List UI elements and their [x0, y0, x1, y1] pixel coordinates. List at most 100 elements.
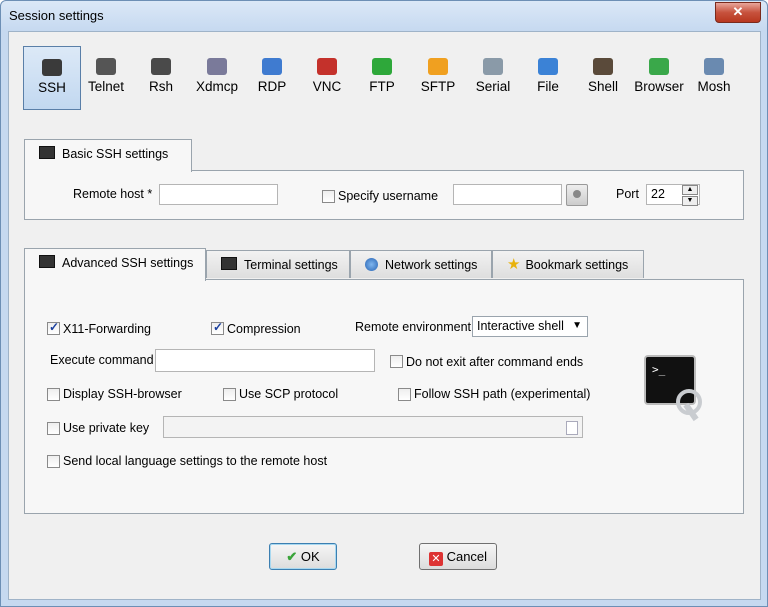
protocol-label: File	[537, 79, 559, 94]
remote-environment-label: Remote environment	[355, 320, 472, 334]
send-language-checkbox[interactable]	[47, 455, 60, 468]
spin-down-icon[interactable]: ▼	[682, 196, 698, 206]
close-button[interactable]: ✕	[715, 2, 761, 23]
cancel-button[interactable]: ✕ Cancel	[419, 543, 497, 570]
protocol-label: Xdmcp	[195, 79, 239, 94]
tab-label: Terminal settings	[244, 258, 338, 272]
browser-icon	[649, 58, 669, 75]
remote-host-label: Remote host *	[73, 187, 153, 201]
dialog-body: SSH Telnet Rsh Xdmcp RDP VNC FTP SFTP Serial File…	[8, 31, 761, 600]
scp-label: Use SCP protocol	[239, 387, 339, 401]
ftp-icon	[372, 58, 392, 75]
rdp-icon	[262, 58, 282, 75]
tab-advanced-ssh-settings[interactable]: Advanced SSH settings	[24, 248, 206, 281]
protocol-rdp-button[interactable]: RDP	[244, 46, 300, 108]
protocol-file-button[interactable]: File	[520, 46, 576, 108]
protocol-xdmcp-button[interactable]: Xdmcp	[189, 46, 245, 108]
title-bar: Session settings ✕	[1, 1, 767, 31]
protocol-ssh-button[interactable]: SSH	[23, 46, 81, 110]
protocol-telnet-button[interactable]: Telnet	[78, 46, 134, 108]
specify-username-checkbox[interactable]	[322, 190, 335, 203]
username-input[interactable]	[453, 184, 562, 205]
protocol-label: Mosh	[697, 79, 731, 94]
no-exit-checkbox[interactable]	[390, 355, 403, 368]
compression-label: Compression	[227, 322, 301, 336]
terminal-icon	[39, 255, 55, 268]
private-key-input[interactable]	[163, 416, 583, 438]
private-key-label: Use private key	[63, 421, 150, 435]
x11-forwarding-label: X11-Forwarding	[63, 322, 152, 336]
tab-label: Network settings	[385, 258, 478, 272]
compression-checkbox[interactable]	[211, 320, 224, 335]
protocol-label: Telnet	[87, 79, 125, 94]
basic-settings-group: Remote host * Specify username Port 22 ▲…	[24, 170, 744, 220]
protocol-label: VNC	[312, 79, 342, 94]
globe-icon	[365, 258, 378, 271]
ok-button[interactable]: ✔ OK	[269, 543, 337, 570]
checkmark-icon: ✔	[286, 549, 298, 564]
serial-icon	[483, 58, 503, 75]
follow-path-checkbox[interactable]	[398, 388, 411, 401]
protocol-shell-button[interactable]: Shell	[575, 46, 631, 108]
file-icon	[538, 58, 558, 75]
telnet-icon	[96, 58, 116, 75]
port-label: Port	[616, 187, 639, 201]
tab-network-settings[interactable]: Network settings	[350, 250, 492, 278]
ssh-icon	[42, 59, 62, 76]
chevron-down-icon: ▼	[572, 320, 582, 331]
tab-label: Advanced SSH settings	[62, 256, 194, 270]
cancel-label: Cancel	[446, 549, 488, 564]
spin-up-icon[interactable]: ▲	[682, 185, 698, 195]
protocol-browser-button[interactable]: Browser	[631, 46, 687, 108]
shell-icon	[593, 58, 613, 75]
user-picker-button[interactable]	[566, 184, 588, 206]
protocol-rsh-button[interactable]: Rsh	[133, 46, 189, 108]
protocol-vnc-button[interactable]: VNC	[299, 46, 355, 108]
ssh-browser-checkbox[interactable]	[47, 388, 60, 401]
ssh-keys-icon: >_	[644, 355, 706, 422]
protocol-label: RDP	[257, 79, 287, 94]
user-icon	[573, 190, 581, 198]
execute-command-input[interactable]	[155, 349, 375, 372]
port-spinner[interactable]: ▲ ▼	[682, 185, 698, 206]
terminal-icon	[221, 257, 237, 270]
vnc-icon	[317, 58, 337, 75]
sftp-icon	[428, 58, 448, 75]
specify-username-label: Specify username	[338, 189, 439, 203]
tab-basic-label: Basic SSH settings	[62, 147, 169, 161]
protocol-label: Shell	[587, 79, 619, 94]
session-settings-window: Session settings ✕ SSH Telnet Rsh Xdmcp RDP V…	[0, 0, 768, 607]
rsh-icon	[151, 58, 171, 75]
remote-environment-select[interactable]: Interactive shell ▼	[472, 316, 588, 337]
protocol-label: Serial	[475, 79, 511, 94]
star-icon: ★	[507, 256, 521, 273]
tab-label: Bookmark settings	[525, 258, 629, 272]
remote-host-input[interactable]	[159, 184, 278, 205]
terminal-icon	[39, 146, 55, 159]
private-key-checkbox[interactable]	[47, 422, 60, 435]
protocol-label: Rsh	[148, 79, 173, 94]
protocol-label: FTP	[369, 79, 395, 94]
protocol-serial-button[interactable]: Serial	[465, 46, 521, 108]
window-title: Session settings	[9, 8, 104, 23]
tab-basic-ssh-settings[interactable]: Basic SSH settings	[24, 139, 192, 172]
protocol-mosh-button[interactable]: Mosh	[686, 46, 742, 108]
tab-terminal-settings[interactable]: Terminal settings	[206, 250, 350, 278]
advanced-settings-panel: X11-Forwarding Compression Remote enviro…	[24, 279, 744, 514]
ssh-browser-label: Display SSH-browser	[63, 387, 182, 401]
protocol-ftp-button[interactable]: FTP	[354, 46, 410, 108]
protocol-label: SFTP	[420, 79, 456, 94]
remote-environment-value: Interactive shell	[477, 319, 564, 333]
x11-forwarding-checkbox[interactable]	[47, 320, 60, 335]
file-icon[interactable]	[566, 421, 578, 435]
protocol-label: SSH	[38, 80, 66, 95]
protocol-label: Browser	[634, 79, 684, 94]
xdmcp-icon	[207, 58, 227, 75]
execute-command-label: Execute command	[50, 353, 154, 367]
no-exit-label: Do not exit after command ends	[406, 355, 584, 369]
tab-bookmark-settings[interactable]: ★ Bookmark settings	[492, 250, 644, 278]
scp-checkbox[interactable]	[223, 388, 236, 401]
send-language-label: Send local language settings to the remo…	[63, 454, 328, 468]
protocol-sftp-button[interactable]: SFTP	[410, 46, 466, 108]
cancel-x-icon: ✕	[428, 552, 443, 566]
